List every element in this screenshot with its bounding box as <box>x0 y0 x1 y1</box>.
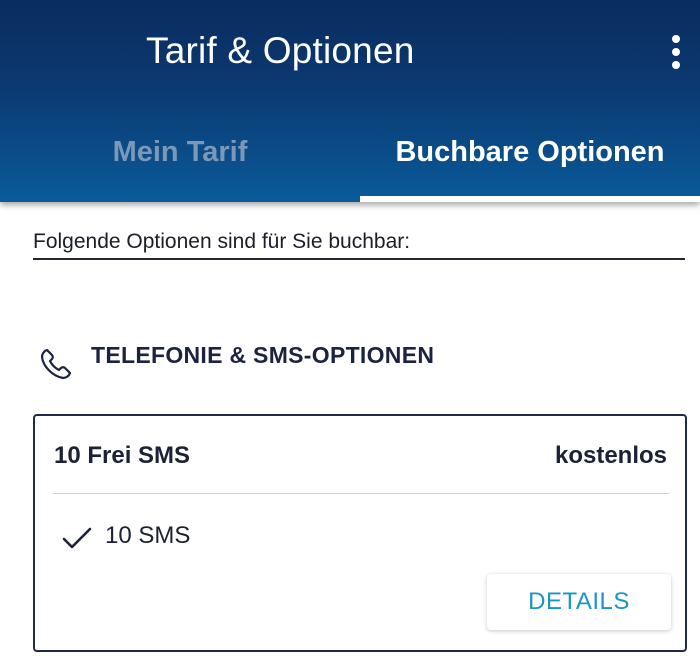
feature-item: 10 SMS <box>105 522 191 549</box>
details-button[interactable]: DETAILS <box>487 574 671 630</box>
option-name: 10 Frei SMS <box>54 442 191 469</box>
page-title: Tarif & Optionen <box>146 30 415 71</box>
active-tab-indicator <box>360 196 700 202</box>
tab-mein-tarif[interactable]: Mein Tarif <box>0 136 360 176</box>
tab-buchbare-optionen[interactable]: Buchbare Optionen <box>360 136 700 176</box>
phone-icon <box>40 348 72 380</box>
more-vertical-icon[interactable] <box>666 33 686 73</box>
option-price: kostenlos <box>554 442 667 469</box>
check-icon <box>62 527 92 549</box>
option-card: 10 Frei SMS kostenlos 10 SMS DETAILS <box>33 414 687 652</box>
section-title: TELEFONIE & SMS-OPTIONEN <box>91 342 435 368</box>
app-bar: Tarif & Optionen Mein Tarif Buchbare Opt… <box>0 0 700 202</box>
intro-text: Folgende Optionen sind für Sie buchbar: <box>33 230 685 260</box>
card-divider <box>53 493 669 494</box>
app-screen: Tarif & Optionen Mein Tarif Buchbare Opt… <box>0 0 700 660</box>
